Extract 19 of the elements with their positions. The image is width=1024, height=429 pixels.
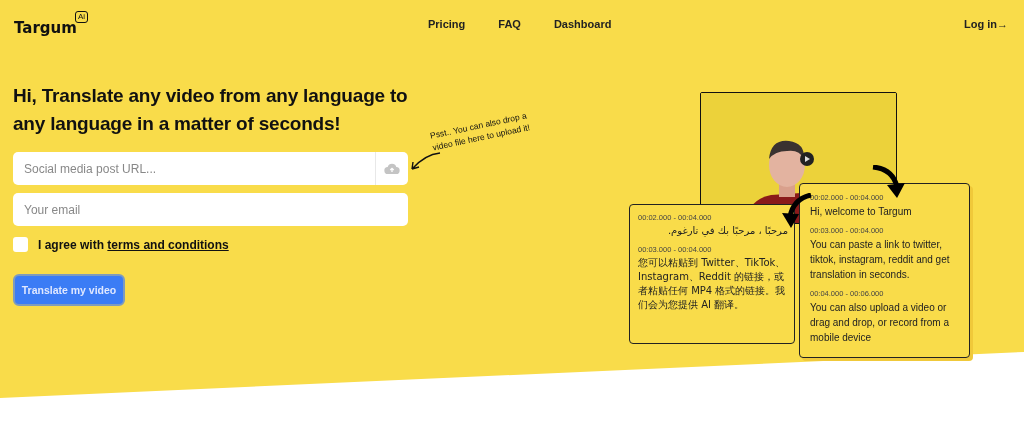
subtitle-text: مرحبًا ، مرحبًا بك في تارغوم. [666,224,788,238]
nav-link[interactable]: Pricing [428,18,466,30]
subtitle-text: Hi, welcome to Targum [810,205,913,219]
subtitle-text: You can paste a link to twitter, tiktok, instagram, reddit and get translation in seconds. [810,238,951,282]
subtitle-text: You can also upload a video or drag and drop, or record from a mobile device [810,301,950,345]
cloud-upload-icon[interactable] [384,162,400,175]
logo-text: Targum [14,19,77,37]
login-link[interactable]: Log in→ [964,18,1008,30]
agree-checkbox[interactable] [13,237,28,252]
subtitle-text: 您可以粘贴到 Twitter、TikTok、Instagram、Reddit 的链接，或者粘贴任何 MP4 格式的链接。我们会为您提供 AI 翻译。 [638,256,787,312]
nav-link[interactable]: Dashboard [553,18,612,30]
drop-hint: Psst.. You can also drop a video file here to upload it! [429,109,532,154]
headline: Hi, Translate any video from any language to any language in a matter of seconds! [13,84,409,136]
agree-label: I agree with terms and conditions [38,237,229,252]
url-field[interactable]: Social media post URL... [13,152,375,185]
logo-badge: Ai [74,11,88,23]
nav-link[interactable]: FAQ [498,18,521,30]
terms-link[interactable]: terms and conditions [107,237,229,252]
email-field[interactable]: Your email [13,193,408,226]
